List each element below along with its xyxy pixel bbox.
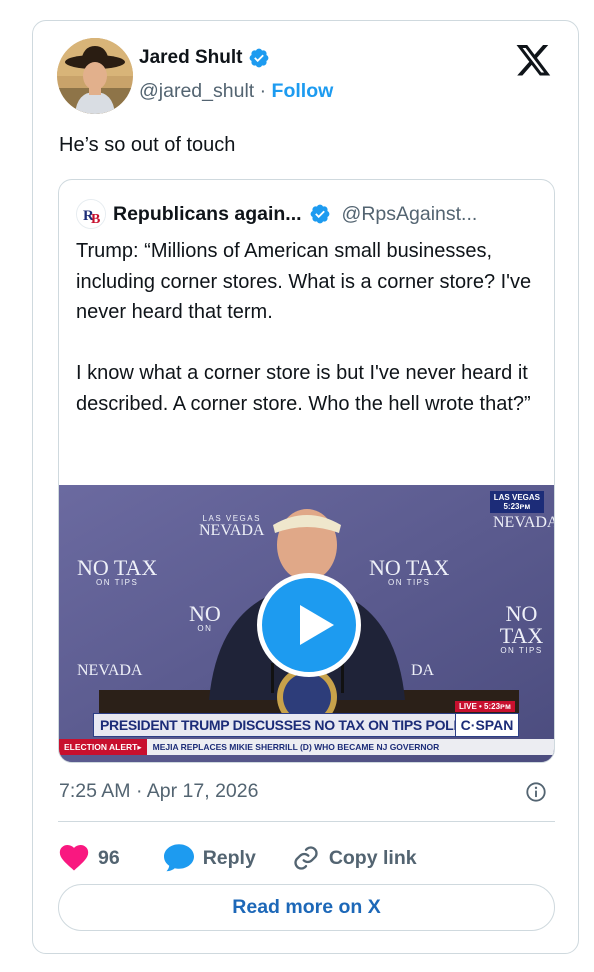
copy-link-button[interactable]: Copy link xyxy=(292,844,417,872)
news-banner: PRESIDENT TRUMP DISCUSSES NO TAX ON TIPS… xyxy=(93,713,483,737)
news-ticker: ELECTION ALERT▸ MEJIA REPLACES MIKIE SHE… xyxy=(59,739,554,755)
like-count: 96 xyxy=(98,846,120,869)
backdrop-sign-state-partial: DA xyxy=(411,662,435,679)
live-tag: LIVE • 5:23ᴘᴍ xyxy=(455,701,515,712)
follow-link[interactable]: Follow xyxy=(272,80,334,102)
backdrop-sign-state-top: LAS VEGAS NEVADA xyxy=(199,514,265,539)
heart-icon xyxy=(59,845,89,871)
action-bar: 96 Reply Copy link xyxy=(59,838,417,878)
quoted-text: Trump: “Millions of American small busin… xyxy=(76,240,532,415)
backdrop-sign-left: NO TAX ON TIPS xyxy=(77,555,158,587)
news-banner-text: PRESIDENT TRUMP DISCUSSES NO TAX ON TIPS… xyxy=(100,717,476,733)
backdrop-sign-right: NO TAX ON TIPS xyxy=(499,601,544,655)
quoted-avatar[interactable]: R B xyxy=(76,199,106,229)
tweet-timestamp[interactable]: 7:25 AM · Apr 17, 2026 xyxy=(59,780,258,803)
reply-bubble-icon xyxy=(163,844,194,872)
video-thumbnail[interactable]: LAS VEGAS NEVADA NO TAX ON TIPS NO TAX O… xyxy=(59,485,555,762)
link-icon xyxy=(294,846,318,870)
separator-dot: · xyxy=(259,80,267,102)
backdrop-sign-state-left: NEVADA xyxy=(77,662,143,679)
author-handle[interactable]: @jared_shult xyxy=(139,80,254,102)
election-alert-label: ELECTION ALERT▸ xyxy=(59,739,147,755)
reply-button[interactable]: Reply xyxy=(163,844,256,872)
verified-badge-icon xyxy=(310,204,329,224)
divider xyxy=(58,821,555,822)
author-name[interactable]: Jared Shult xyxy=(139,47,242,69)
author-name-row: Jared Shult xyxy=(139,47,270,69)
quoted-author-handle: @RpsAgainst... xyxy=(341,202,478,225)
info-icon[interactable] xyxy=(525,781,547,803)
backdrop-sign-state-right: NEVADA xyxy=(493,514,555,531)
tweet-embed-card: Jared Shult @jared_shult · Follow He’s s… xyxy=(32,20,579,954)
read-more-button[interactable]: Read more on X xyxy=(58,884,555,931)
quoted-header: R B Republicans again... @RpsAgainst... xyxy=(76,199,477,229)
quoted-author-name: Republicans again... xyxy=(113,202,302,225)
location-tag: LAS VEGAS 5:23ᴘᴍ xyxy=(489,491,544,513)
verified-badge-icon xyxy=(250,48,269,68)
ticker-text: MEJIA REPLACES MIKIE SHERRILL (D) WHO BE… xyxy=(152,742,440,752)
backdrop-sign-partial: NO ON xyxy=(189,601,221,633)
backdrop-sign-center: NO TAX ON TIPS xyxy=(369,555,450,587)
play-icon[interactable] xyxy=(257,573,361,677)
tweet-text: He’s so out of touch xyxy=(59,134,236,156)
network-logo: C·SPAN xyxy=(455,713,519,737)
quoted-tweet[interactable]: R B Republicans again... @RpsAgainst... … xyxy=(58,179,555,763)
like-button[interactable]: 96 xyxy=(59,845,120,871)
reply-label: Reply xyxy=(202,846,256,869)
author-avatar[interactable] xyxy=(57,38,133,114)
svg-text:B: B xyxy=(91,212,100,227)
x-logo-icon[interactable] xyxy=(516,45,552,77)
author-handle-row: @jared_shult · Follow xyxy=(139,80,333,103)
copy-link-label: Copy link xyxy=(328,846,417,869)
